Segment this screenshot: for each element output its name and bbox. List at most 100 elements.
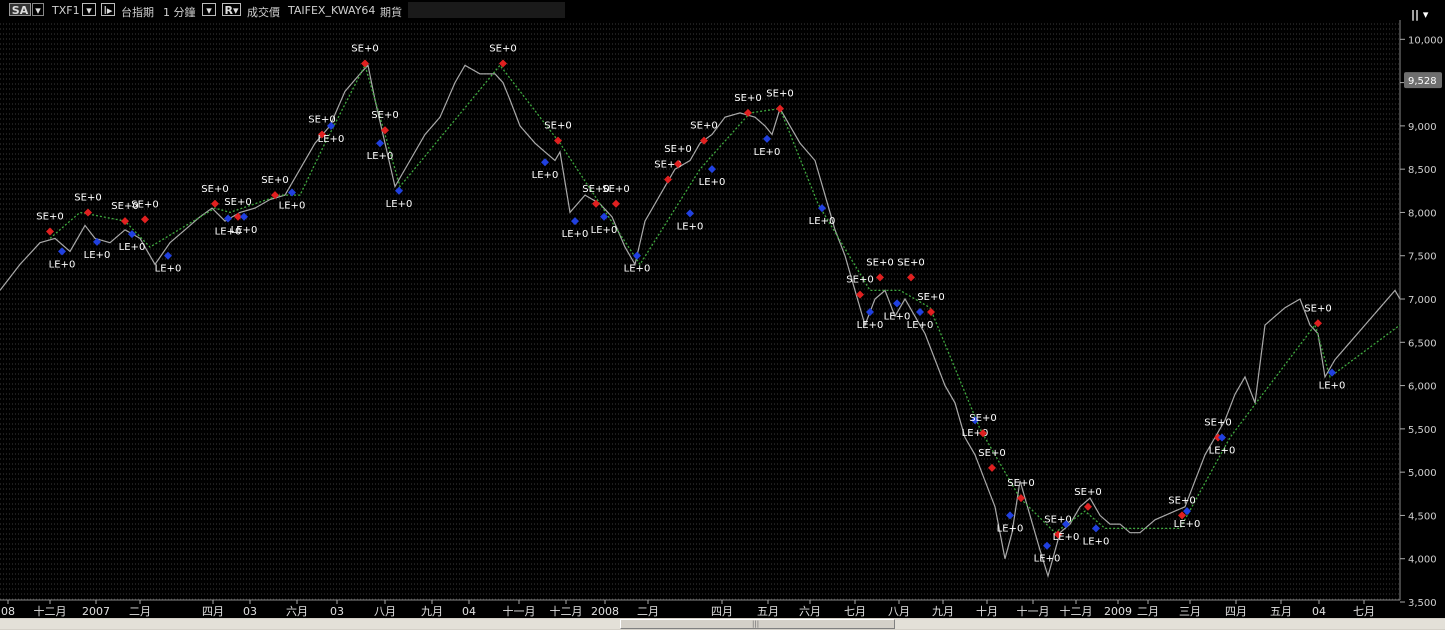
symbol-dropdown-icon[interactable]: ▾ — [82, 3, 96, 17]
y-tick-label: 8,000 — [1408, 208, 1437, 219]
x-tick-label: 九月 — [421, 605, 443, 618]
signal-label: LE+0 — [624, 264, 651, 275]
period-label[interactable]: 1 分鐘 — [163, 4, 196, 20]
short-entry-marker — [499, 59, 507, 68]
signal-label: LE+0 — [997, 523, 1024, 534]
last-price-label: 9,528 — [1408, 76, 1437, 87]
signal-label: LE+0 — [49, 259, 76, 270]
y-tick-label: 4,500 — [1408, 511, 1437, 522]
y-tick-label: 3,500 — [1408, 598, 1437, 609]
strategy-label[interactable]: TAIFEX_KWAY64 — [288, 4, 375, 17]
price-chart[interactable]: 3,500 4,000 4,500 5,000 5,500 6,000 6,500 7,000… — [0, 20, 1445, 618]
product-label: 台指期 — [121, 6, 154, 19]
signal-label: SE+0 — [544, 121, 571, 132]
signal-label: LE+0 — [155, 264, 182, 275]
price-type-label: 成交價 — [247, 6, 280, 19]
signal-label: LE+0 — [591, 225, 618, 236]
long-entry-marker — [1092, 524, 1100, 533]
signal-label: LE+0 — [1053, 532, 1080, 543]
long-entry-marker — [376, 139, 384, 148]
signal-label: SE+0 — [969, 413, 996, 424]
signal-label: LE+0 — [1034, 554, 1061, 565]
x-tick-label: 四月 — [711, 605, 733, 618]
scrollbar-thumb[interactable]: ||| — [620, 619, 895, 629]
signal-label: LE+0 — [562, 229, 589, 240]
signal-label: LE+0 — [119, 242, 146, 253]
y-tick-label: 10,000 — [1408, 35, 1443, 46]
x-tick-label: 04 — [1312, 605, 1326, 618]
x-tick-label: 七月 — [1353, 605, 1375, 618]
x-tick-label: 十一月 — [1017, 604, 1050, 618]
contract-label: 期貨 — [380, 6, 402, 19]
y-tick-label: 4,000 — [1408, 555, 1437, 566]
signal-label: SE+0 — [1304, 303, 1331, 314]
x-tick-label: 十月 — [976, 604, 998, 618]
long-entry-marker — [708, 165, 716, 174]
signal-label: SE+0 — [1007, 478, 1034, 489]
signal-label: LE+0 — [754, 147, 781, 158]
short-entry-marker — [211, 199, 219, 208]
signal-label: SE+0 — [489, 44, 516, 55]
signal-label: SE+0 — [897, 257, 924, 268]
signal-label: SE+0 — [1074, 487, 1101, 498]
x-tick-label: 04 — [462, 605, 476, 618]
short-entry-marker — [907, 273, 915, 282]
signal-label: SE+0 — [74, 192, 101, 203]
price-type-button[interactable]: R▾ — [222, 3, 241, 17]
signal-label: SE+0 — [734, 93, 761, 104]
y-tick-label: 5,500 — [1408, 425, 1437, 436]
x-tick-label: 五月 — [1270, 605, 1292, 618]
y-tick-label: 5,000 — [1408, 468, 1437, 479]
x-tick-label: 二月 — [637, 605, 659, 618]
signal-label: SE+0 — [866, 257, 893, 268]
signal-label: SE+0 — [690, 121, 717, 132]
toolbar-blank-field — [408, 2, 565, 18]
symbol-label[interactable]: TXF1 — [52, 4, 80, 17]
signal-label: SE+0 — [1168, 495, 1195, 506]
signal-label: SE+0 — [36, 211, 63, 222]
long-entry-marker — [571, 217, 579, 226]
signal-label: SE+0 — [1204, 418, 1231, 429]
signal-label: SE+0 — [917, 292, 944, 303]
y-tick-label: 6,500 — [1408, 338, 1437, 349]
signal-label: LE+0 — [677, 221, 704, 232]
y-tick-label: 8,500 — [1408, 165, 1437, 176]
long-entry-marker — [893, 299, 901, 308]
sa-button[interactable]: SA — [9, 3, 31, 17]
signal-label: LE+0 — [699, 177, 726, 188]
signal-label: LE+0 — [907, 320, 934, 331]
period-dropdown-icon[interactable]: ▾ — [202, 3, 216, 17]
signal-label: SE+0 — [201, 184, 228, 195]
y-axis: 3,500 4,000 4,500 5,000 5,500 6,000 6,500 7,000… — [1399, 20, 1443, 609]
x-tick-label: 二月 — [1137, 605, 1159, 618]
y-tick-label: 6,000 — [1408, 382, 1437, 393]
long-entry-marker — [58, 247, 66, 256]
horizontal-scrollbar[interactable]: ||| — [0, 618, 1445, 630]
x-tick-label: 08 — [1, 605, 15, 618]
x-tick-label: 八月 — [374, 605, 396, 618]
y-tick-label: 7,500 — [1408, 252, 1437, 263]
short-entry-marker — [876, 273, 884, 282]
short-entry-marker — [141, 215, 149, 224]
signal-label: LE+0 — [386, 199, 413, 210]
bars-toggle-icon[interactable]: I▸ — [101, 3, 115, 17]
chart-toolbar: SA ▾ TXF1 ▾ I▸ 台指期 1 分鐘 ▾ R▾ 成交價 TAIFEX_… — [0, 0, 1445, 21]
signal-label: SE+0 — [978, 448, 1005, 459]
scrollbar-grip-icon: ||| — [752, 620, 760, 628]
signal-label: LE+0 — [1209, 446, 1236, 457]
short-entry-marker — [592, 199, 600, 208]
signal-label: LE+0 — [1083, 536, 1110, 547]
x-tick-label: 四月 — [1225, 605, 1247, 618]
signal-label: LE+0 — [318, 134, 345, 145]
x-tick-label: 九月 — [932, 605, 954, 618]
sa-dropdown-icon[interactable]: ▾ — [32, 3, 44, 17]
y-tick-label: 7,000 — [1408, 295, 1437, 306]
signal-label: LE+0 — [809, 216, 836, 227]
x-tick-label: 03 — [243, 605, 257, 618]
signal-label: SE+0 — [602, 184, 629, 195]
y-tick-label: 9,000 — [1408, 122, 1437, 133]
signal-label: SE+0 — [131, 199, 158, 210]
x-tick-label: 四月 — [202, 605, 224, 618]
long-entry-marker — [128, 230, 136, 239]
short-entry-marker — [84, 208, 92, 217]
